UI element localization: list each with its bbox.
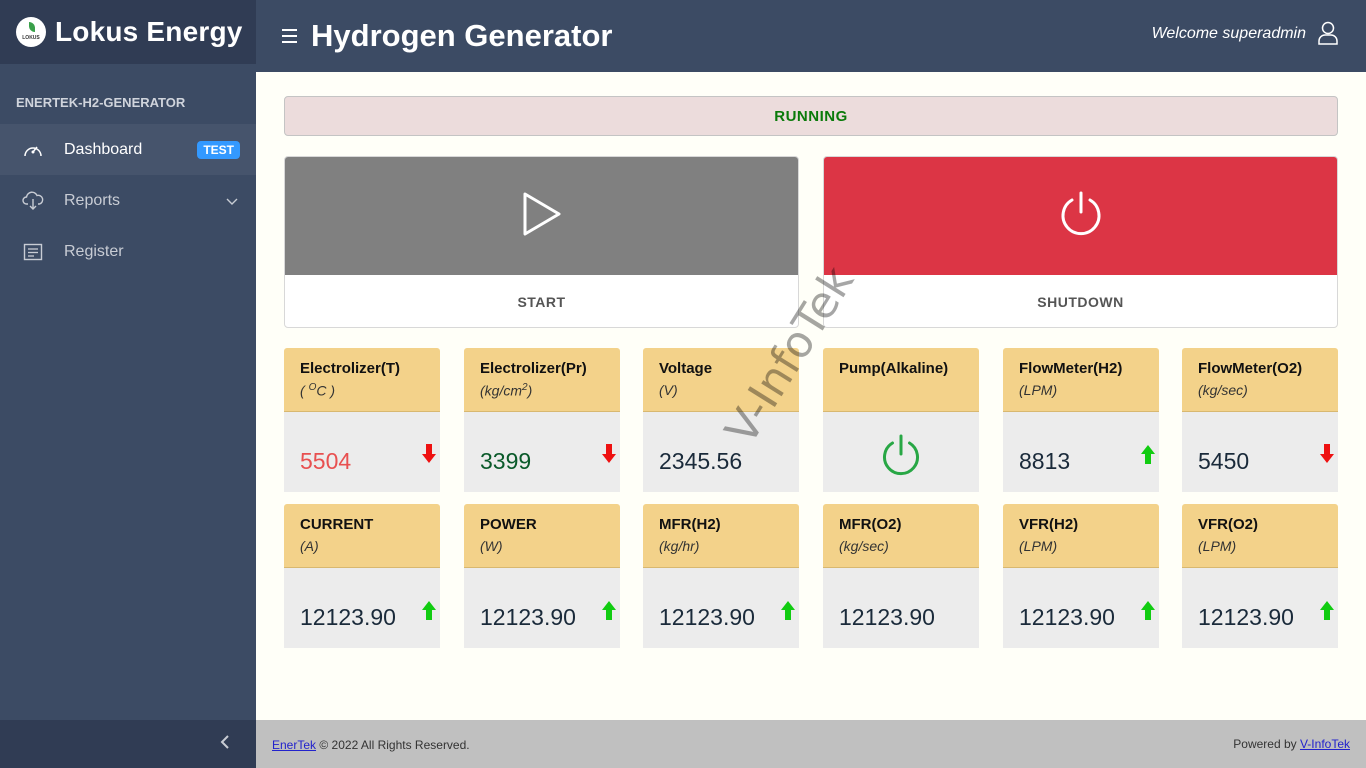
card-unit: (kg/hr) — [659, 538, 700, 554]
arrow-up-icon — [1141, 600, 1155, 625]
card-value: 12123.90 — [659, 604, 755, 630]
card-value: 12123.90 — [480, 604, 576, 630]
card-value: 12123.90 — [1198, 604, 1294, 630]
card-unit: (W) — [480, 538, 503, 554]
brand[interactable]: LOKUS Lokus Energy — [0, 0, 256, 64]
card-title: Electrolizer(T) — [300, 360, 401, 377]
card-unit: (LPM) — [1019, 382, 1058, 398]
hamburger-menu-icon[interactable] — [282, 29, 297, 43]
test-badge: TEST — [197, 141, 240, 159]
card-value: 12123.90 — [839, 604, 935, 630]
footer-copyright: EnerTek © 2022 All Rights Reserved. — [272, 738, 470, 752]
sidebar-footer — [0, 720, 256, 768]
start-label: START — [517, 294, 566, 310]
welcome-text: Welcome superadmin — [1151, 25, 1306, 42]
page-title: Hydrogen Generator — [311, 18, 613, 53]
card-unit: (kg/cm2) — [480, 382, 533, 399]
metric-card-pump-alkaline: Pump(Alkaline) — [823, 348, 979, 492]
metric-card-mfr-h2: MFR(H2) (kg/hr) 12123.90 — [643, 504, 799, 648]
chevron-left-icon[interactable] — [220, 734, 230, 755]
enertek-link[interactable]: EnerTek — [272, 738, 316, 752]
status-bar: RUNNING — [284, 96, 1338, 136]
card-title: Pump(Alkaline) — [839, 360, 949, 377]
arrow-down-icon — [422, 444, 436, 469]
shutdown-button[interactable]: SHUTDOWN — [823, 156, 1338, 328]
sidebar-item-dashboard[interactable]: Dashboard TEST — [0, 124, 256, 175]
card-value: 12123.90 — [300, 604, 396, 630]
user-icon[interactable] — [1318, 21, 1338, 50]
card-value: 3399 — [480, 448, 532, 474]
card-unit: (kg/sec) — [839, 538, 889, 554]
play-icon — [522, 191, 562, 242]
card-title: POWER — [480, 516, 537, 533]
sidebar-item-label: Register — [64, 242, 124, 260]
footer-powered-by: Powered by V-InfoTek — [1233, 737, 1350, 751]
list-icon — [22, 241, 44, 263]
footer: EnerTek © 2022 All Rights Reserved. Powe… — [256, 720, 1366, 768]
shutdown-label: SHUTDOWN — [1037, 294, 1124, 310]
card-value: 5504 — [300, 448, 352, 474]
sidebar: LOKUS Lokus Energy ENERTEK-H2-GENERATOR … — [0, 0, 256, 768]
metric-card-vfr-o2: VFR(O2) (LPM) 12123.90 — [1182, 504, 1338, 648]
metric-card-electrolizer-t: Electrolizer(T) ( OC ) 5504 — [284, 348, 440, 492]
sidebar-item-label: Dashboard — [64, 140, 143, 158]
arrow-up-icon — [602, 600, 616, 625]
card-title: MFR(H2) — [659, 516, 721, 533]
sidebar-item-register[interactable]: Register — [0, 226, 256, 277]
brand-name: Lokus Energy — [55, 16, 243, 47]
chevron-down-icon — [226, 193, 238, 211]
metric-card-flowmeter-o2: FlowMeter(O2) (kg/sec) 5450 — [1182, 348, 1338, 492]
metric-card-electrolizer-pr: Electrolizer(Pr) (kg/cm2) 3399 — [464, 348, 620, 492]
metric-card-mfr-o2: MFR(O2) (kg/sec) 12123.90 — [823, 504, 979, 648]
cloud-download-icon — [22, 190, 44, 212]
sidebar-item-reports[interactable]: Reports — [0, 175, 256, 226]
card-title: FlowMeter(H2) — [1019, 360, 1123, 377]
card-value: 8813 — [1019, 448, 1071, 474]
v-infotek-link[interactable]: V-InfoTek — [1300, 737, 1350, 751]
card-unit: (LPM) — [1019, 538, 1058, 554]
pump-power-icon[interactable] — [880, 434, 922, 483]
power-icon — [1058, 190, 1104, 243]
arrow-up-icon — [781, 600, 795, 625]
card-title: FlowMeter(O2) — [1198, 360, 1303, 377]
arrow-up-icon — [422, 600, 436, 625]
card-title: CURRENT — [300, 516, 374, 533]
card-title: MFR(O2) — [839, 516, 902, 533]
card-title: VFR(O2) — [1198, 516, 1258, 533]
brand-logo: LOKUS — [16, 17, 46, 47]
arrow-up-icon — [1320, 600, 1334, 625]
metric-card-current: CURRENT (A) 12123.90 — [284, 504, 440, 648]
arrow-down-icon — [602, 444, 616, 469]
metric-card-power: POWER (W) 12123.90 — [464, 504, 620, 648]
card-unit: (A) — [300, 538, 319, 554]
card-title: VFR(H2) — [1019, 516, 1079, 533]
arrow-down-icon — [1320, 444, 1334, 469]
card-value: 12123.90 — [1019, 604, 1115, 630]
sidebar-title: ENERTEK-H2-GENERATOR — [16, 95, 186, 110]
header: Hydrogen Generator Welcome superadmin — [256, 0, 1366, 72]
arrow-up-icon — [1141, 444, 1155, 469]
metric-card-flowmeter-h2: FlowMeter(H2) (LPM) 8813 — [1003, 348, 1159, 492]
card-title: Electrolizer(Pr) — [480, 360, 587, 377]
card-value: 5450 — [1198, 448, 1250, 474]
card-unit: (kg/sec) — [1198, 382, 1248, 398]
speedometer-icon — [22, 139, 44, 161]
card-unit: ( OC ) — [300, 382, 336, 399]
start-button[interactable]: START — [284, 156, 799, 328]
sidebar-item-label: Reports — [64, 191, 121, 209]
card-unit: (LPM) — [1198, 538, 1237, 554]
metric-card-vfr-h2: VFR(H2) (LPM) 12123.90 — [1003, 504, 1159, 648]
